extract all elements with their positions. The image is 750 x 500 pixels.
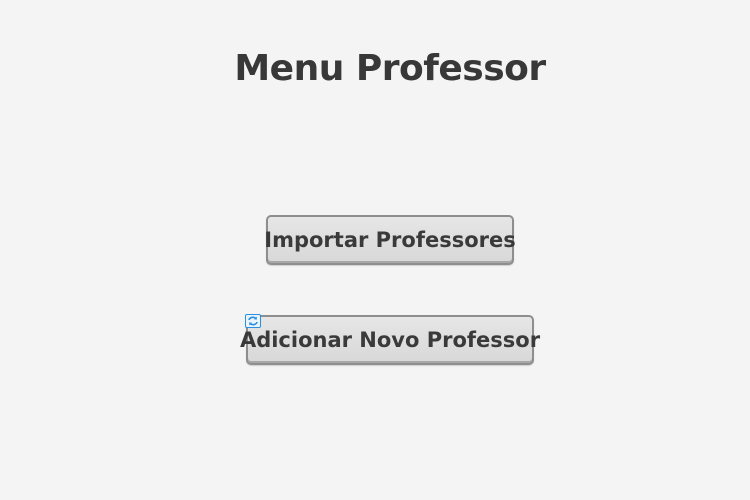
- refresh-icon[interactable]: [245, 313, 261, 328]
- add-new-professor-button[interactable]: Adicionar Novo Professor: [240, 315, 540, 365]
- import-professors-label: Importar Professores: [264, 228, 516, 252]
- add-new-professor-label: Adicionar Novo Professor: [239, 328, 541, 352]
- import-professors-button[interactable]: Importar Professores: [264, 215, 516, 265]
- page-title: Menu Professor: [234, 48, 546, 89]
